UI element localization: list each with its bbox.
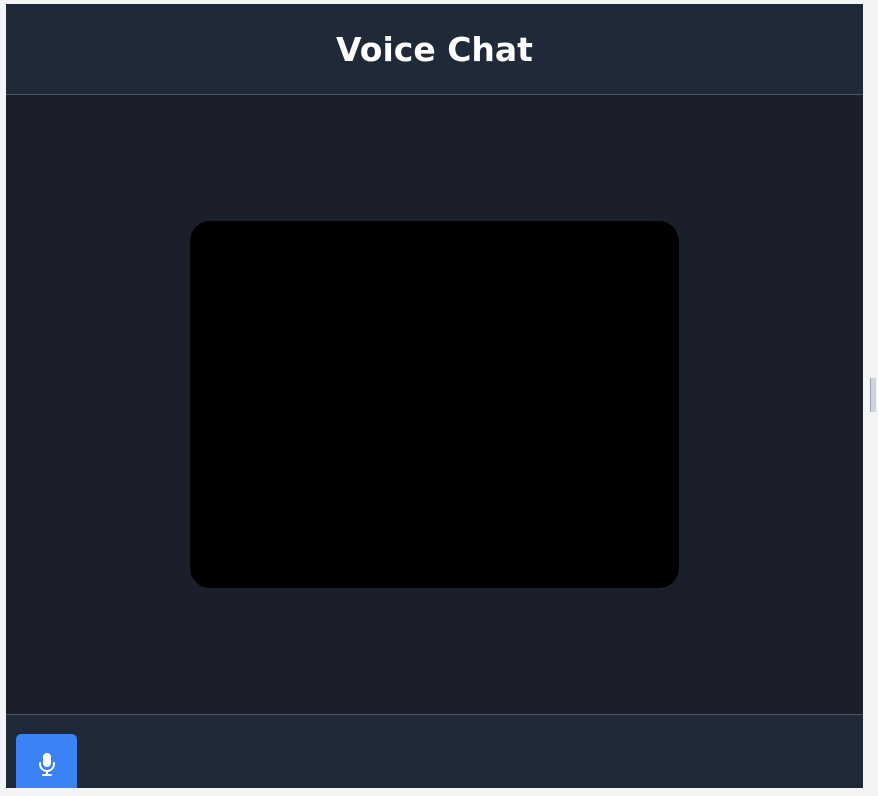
microphone-button[interactable] [16, 734, 77, 788]
scrollbar-handle[interactable] [870, 378, 876, 412]
page-title: Voice Chat [336, 29, 533, 69]
video-feed [190, 221, 679, 588]
microphone-icon [38, 752, 56, 776]
voice-chat-app: Voice Chat [6, 4, 863, 788]
video-stage [6, 95, 863, 715]
header: Voice Chat [6, 4, 863, 95]
controls-bar [6, 715, 863, 788]
